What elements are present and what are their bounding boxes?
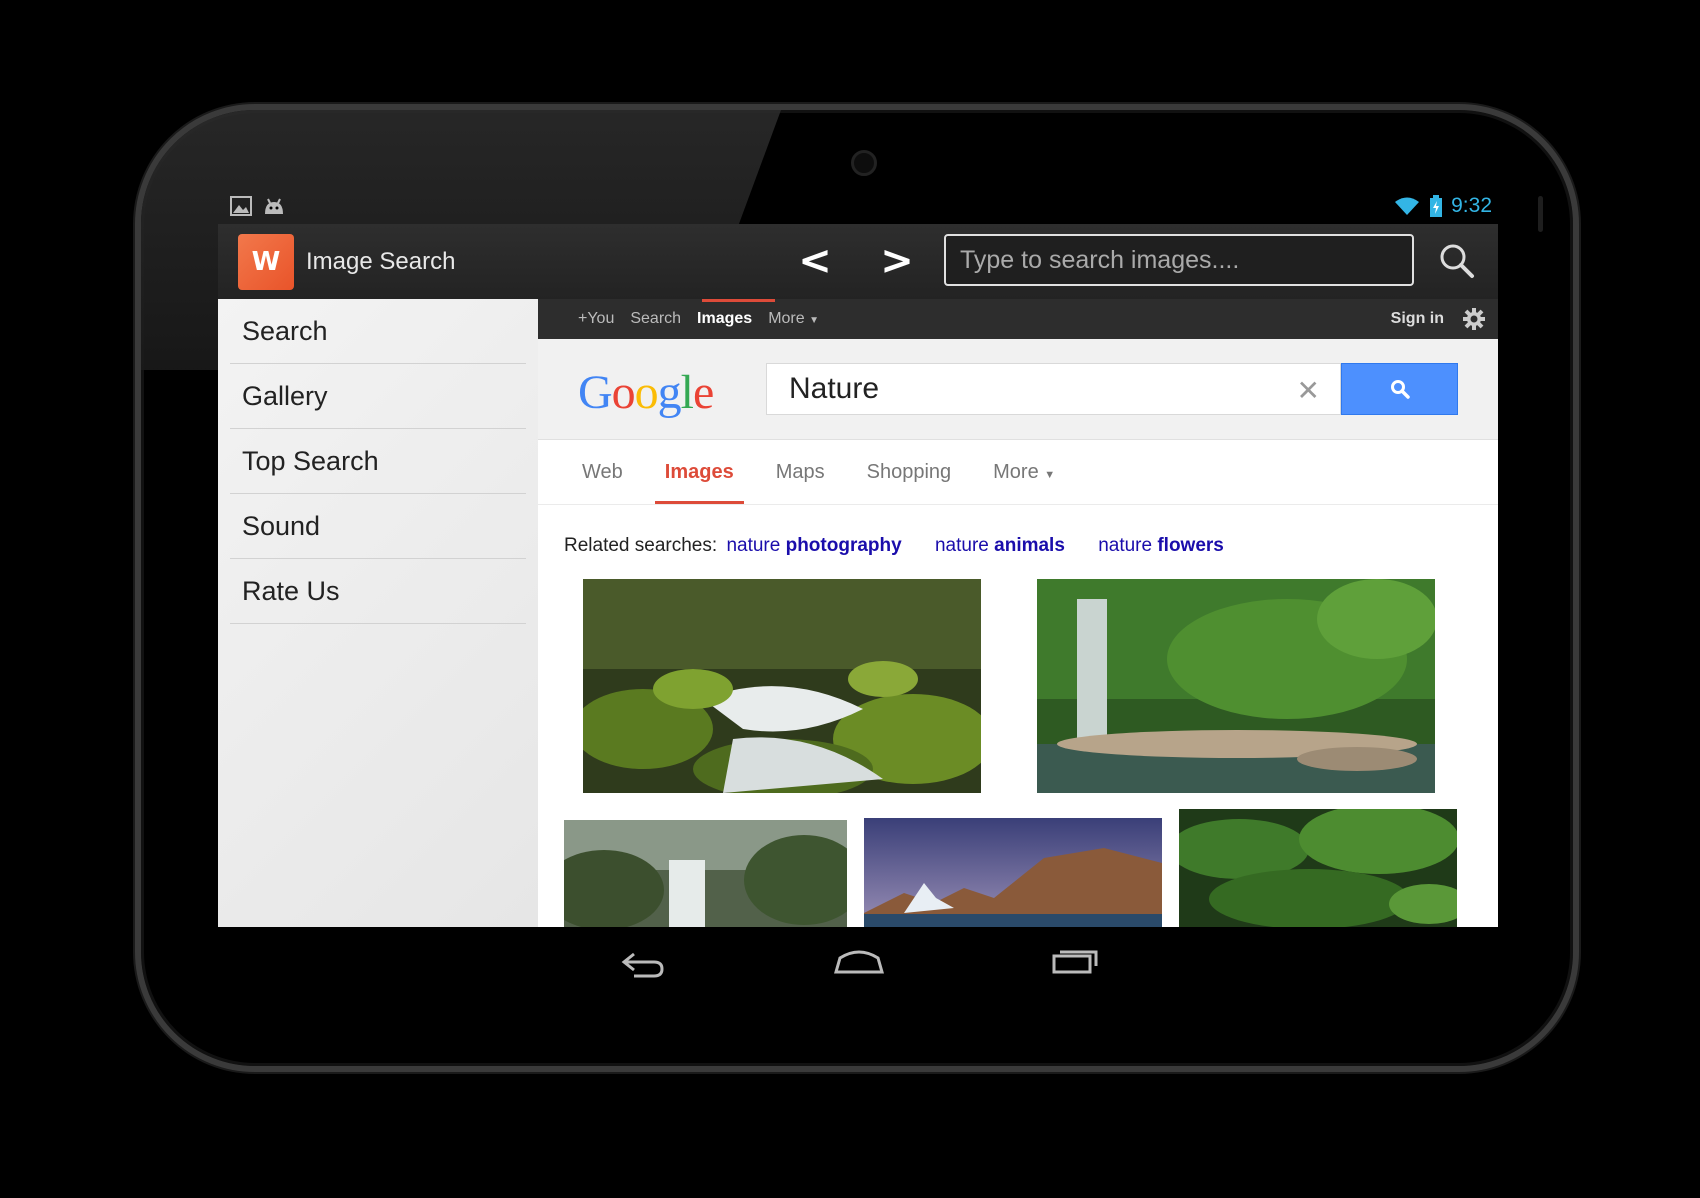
image-search-input[interactable] — [958, 244, 1412, 276]
google-tabs: Web Images Maps Shopping More ▼ — [538, 440, 1498, 505]
sidebar-item-top-search[interactable]: Top Search — [230, 429, 526, 494]
front-camera — [851, 150, 877, 176]
related-bold: flowers — [1157, 535, 1224, 556]
gbar-link-search[interactable]: Search — [630, 310, 681, 328]
gbar-link-images[interactable]: Images — [697, 310, 752, 328]
tab-shopping[interactable]: Shopping — [867, 440, 952, 504]
status-right: 9:32 — [1393, 194, 1492, 218]
app-title: Image Search — [306, 247, 456, 275]
forest-stream-art — [583, 579, 981, 793]
sidebar-item-sound[interactable]: Sound — [230, 494, 526, 559]
related-bold: photography — [785, 535, 902, 556]
webview: +You Search Images More ▼ Sign in Google — [538, 299, 1498, 927]
waterfall-jungle-art — [1037, 579, 1435, 793]
tab-maps[interactable]: Maps — [776, 440, 825, 504]
gear-icon[interactable] — [1462, 307, 1486, 331]
sidebar-item-rate-us[interactable]: Rate Us — [230, 559, 526, 624]
tab-images[interactable]: Images — [654, 440, 744, 504]
gbar-more-label: More — [768, 310, 805, 327]
wifi-icon — [1395, 197, 1420, 215]
fern-forest-image[interactable] — [1179, 809, 1457, 927]
app-logo[interactable]: W — [238, 233, 294, 290]
clear-icon[interactable]: ✕ — [1297, 374, 1320, 407]
status-left — [230, 196, 286, 216]
back-button[interactable]: < — [790, 236, 840, 286]
misty-waterfall-image[interactable] — [564, 820, 847, 927]
back-nav-icon[interactable] — [620, 950, 666, 978]
app-screen: W Image Search < > Search Gallery Top Se… — [218, 224, 1498, 927]
mountain-lake-image[interactable] — [864, 818, 1162, 927]
tab-more-label: More — [993, 461, 1039, 483]
forward-button[interactable]: > — [872, 236, 922, 286]
related-label: Related searches: — [564, 535, 718, 556]
sidebar-item-search[interactable]: Search — [230, 299, 526, 364]
related-link-photography[interactable]: nature photography — [726, 535, 901, 556]
related-plain: nature — [934, 535, 989, 556]
related-link-animals[interactable]: nature animals — [935, 535, 1065, 556]
gbar-active-indicator — [702, 299, 775, 302]
recents-nav-icon[interactable] — [1052, 948, 1100, 974]
action-bar: W Image Search < > — [218, 224, 1498, 299]
side-slot — [1538, 196, 1543, 232]
tab-web[interactable]: Web — [582, 440, 623, 504]
google-search-box: ✕ — [766, 363, 1341, 415]
gbar-link-you[interactable]: +You — [578, 310, 614, 328]
sidebar-item-gallery[interactable]: Gallery — [230, 364, 526, 429]
picture-icon — [230, 196, 252, 216]
caret-down-icon: ▼ — [1044, 469, 1056, 481]
status-time: 9:32 — [1451, 194, 1492, 217]
related-searches: Related searches: nature photography nat… — [564, 535, 1252, 557]
related-plain: nature — [1098, 535, 1153, 556]
search-icon — [1390, 380, 1410, 399]
google-search-input[interactable] — [787, 371, 1261, 407]
waterfall-jungle-image[interactable] — [1037, 579, 1435, 793]
fern-forest-art — [1179, 809, 1457, 927]
google-bar: +You Search Images More ▼ Sign in — [538, 299, 1498, 339]
google-logo[interactable]: Google — [578, 365, 714, 420]
forest-stream-image[interactable] — [583, 579, 981, 793]
home-nav-icon[interactable] — [834, 948, 884, 974]
google-search-button[interactable] — [1341, 363, 1458, 415]
sign-in-link[interactable]: Sign in — [1391, 310, 1444, 328]
magnifier-icon — [1440, 244, 1474, 278]
misty-waterfall-art — [564, 820, 847, 927]
related-plain: nature — [726, 535, 781, 556]
sidebar: Search Gallery Top Search Sound Rate Us — [218, 299, 538, 927]
search-button[interactable] — [1432, 236, 1482, 286]
caret-down-icon: ▼ — [809, 315, 819, 326]
android-icon — [265, 198, 283, 214]
image-search-box — [944, 234, 1414, 286]
mountain-lake-art — [864, 818, 1162, 927]
related-bold: animals — [994, 535, 1065, 556]
google-header: Google ✕ — [538, 339, 1498, 440]
tab-more[interactable]: More ▼ — [993, 440, 1055, 504]
gbar-link-more[interactable]: More ▼ — [768, 310, 819, 328]
battery-icon — [1430, 195, 1443, 217]
related-link-flowers[interactable]: nature flowers — [1098, 535, 1224, 556]
